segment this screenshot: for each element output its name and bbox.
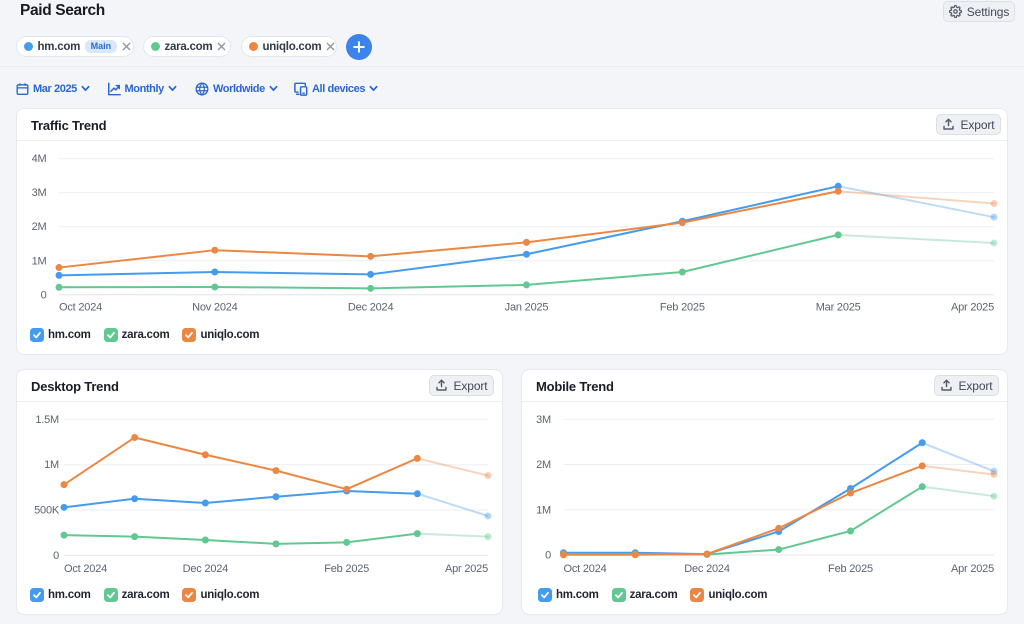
svg-text:0: 0 [41, 289, 47, 301]
svg-text:1M: 1M [44, 459, 59, 471]
svg-text:Dec 2024: Dec 2024 [348, 302, 394, 314]
svg-text:3M: 3M [32, 187, 47, 199]
svg-text:3M: 3M [536, 414, 551, 426]
svg-text:0: 0 [53, 550, 59, 562]
svg-text:Apr 2025: Apr 2025 [951, 563, 994, 575]
svg-text:Apr 2025: Apr 2025 [445, 563, 488, 575]
svg-text:Mar 2025: Mar 2025 [816, 302, 861, 314]
svg-text:0: 0 [545, 550, 551, 562]
svg-text:2M: 2M [32, 221, 47, 233]
svg-text:Nov 2024: Nov 2024 [192, 302, 238, 314]
svg-text:Feb 2025: Feb 2025 [324, 563, 369, 575]
svg-text:4M: 4M [32, 153, 47, 165]
svg-text:1M: 1M [32, 255, 47, 267]
svg-text:Oct 2024: Oct 2024 [64, 563, 107, 575]
svg-text:Oct 2024: Oct 2024 [564, 563, 607, 575]
svg-text:Oct 2024: Oct 2024 [59, 302, 102, 314]
svg-text:Dec 2024: Dec 2024 [183, 563, 229, 575]
svg-text:500K: 500K [34, 505, 60, 517]
svg-text:1M: 1M [536, 504, 551, 516]
svg-text:Feb 2025: Feb 2025 [828, 563, 873, 575]
svg-text:Apr 2025: Apr 2025 [951, 302, 994, 314]
svg-text:1.5M: 1.5M [35, 414, 59, 426]
svg-text:Jan 2025: Jan 2025 [505, 302, 549, 314]
svg-text:2M: 2M [536, 459, 551, 471]
svg-text:Feb 2025: Feb 2025 [660, 302, 705, 314]
svg-text:Dec 2024: Dec 2024 [684, 563, 730, 575]
